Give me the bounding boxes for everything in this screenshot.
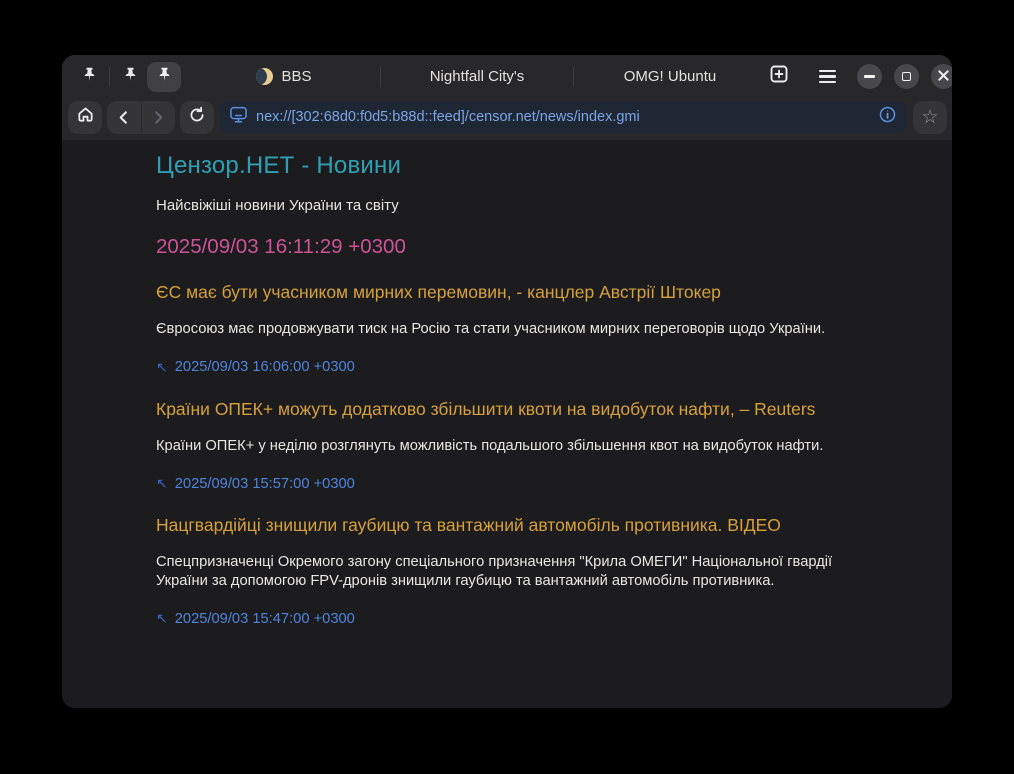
article-heading: Нацгвардійці знищили гаубицю та вантажни… [156, 515, 912, 536]
news-article: Країни ОПЕК+ можуть додатково збільшити … [156, 399, 912, 493]
tab-divider [380, 67, 381, 87]
page-info-icon[interactable] [878, 105, 897, 129]
tab-bbs[interactable]: BBS [191, 55, 377, 98]
article-heading: Країни ОПЕК+ можуть додатково збільшити … [156, 399, 912, 420]
forward-button-disabled[interactable] [141, 101, 175, 134]
article-link-label: 2025/09/03 15:57:00 +0300 [175, 476, 355, 492]
article-link-label: 2025/09/03 16:06:00 +0300 [175, 359, 355, 375]
article-summary: Спецпризначенці Окремого загону спеціаль… [156, 553, 836, 590]
minimize-icon [864, 75, 875, 77]
article-summary: Країни ОПЕК+ у неділю розглянуть можливі… [156, 437, 836, 456]
feed-updated-timestamp: 2025/09/03 16:11:29 +0300 [156, 235, 912, 259]
maximize-button[interactable] [894, 64, 919, 89]
bookmark-button[interactable]: ☆ [913, 101, 947, 134]
page-tagline: Найсвіжіші новини України та світу [156, 197, 912, 214]
nw-arrow-icon: ↖ [156, 610, 168, 627]
home-button[interactable] [68, 101, 102, 134]
article-link-label: 2025/09/03 15:47:00 +0300 [175, 611, 355, 627]
browser-window: BBS Nightfall City's OMG! Ubuntu [62, 55, 952, 708]
hamburger-icon [819, 70, 836, 83]
pin-icon [157, 66, 172, 88]
site-monitor-icon [229, 105, 248, 129]
new-tab-button[interactable] [763, 61, 795, 93]
window-controls [857, 64, 952, 89]
news-article: Нацгвардійці знищили гаубицю та вантажни… [156, 515, 912, 627]
nw-arrow-icon: ↖ [156, 359, 168, 376]
pin-icon [123, 66, 138, 88]
tab-label: BBS [281, 68, 311, 85]
close-icon [938, 68, 949, 86]
tab-omg-ubuntu[interactable]: OMG! Ubuntu [577, 55, 763, 98]
menu-button[interactable] [811, 61, 843, 93]
minimize-button[interactable] [857, 64, 882, 89]
pin-icon [82, 66, 97, 88]
home-icon [76, 105, 95, 129]
navigation-bar: ☆ [62, 98, 952, 140]
new-tab-icon [770, 65, 788, 88]
news-article: ЄС має бути учасником мирних перемовин, … [156, 282, 912, 376]
article-heading: ЄС має бути учасником мирних перемовин, … [156, 282, 912, 303]
star-icon: ☆ [921, 108, 938, 127]
article-link[interactable]: ↖ 2025/09/03 15:47:00 +0300 [156, 610, 355, 627]
moon-icon [256, 68, 273, 85]
tab-label: Nightfall City's [430, 68, 525, 85]
tab-nightfall-citys[interactable]: Nightfall City's [384, 55, 570, 98]
article-link[interactable]: ↖ 2025/09/03 16:06:00 +0300 [156, 359, 355, 376]
article-link[interactable]: ↖ 2025/09/03 15:57:00 +0300 [156, 475, 355, 492]
tab-label: OMG! Ubuntu [624, 68, 717, 85]
tab-divider [109, 67, 110, 87]
maximize-icon [902, 72, 911, 81]
tab-divider [573, 67, 574, 87]
back-button[interactable] [107, 101, 141, 134]
close-button[interactable] [931, 64, 952, 89]
reload-button[interactable] [180, 101, 214, 134]
pinned-tab-2[interactable] [113, 62, 147, 92]
reload-icon [188, 106, 206, 129]
history-buttons [107, 101, 175, 134]
address-bar[interactable] [220, 101, 907, 133]
url-input[interactable] [256, 109, 870, 125]
article-summary: Євросоюз має продовжувати тиск на Росію … [156, 320, 836, 339]
pinned-tab-1[interactable] [72, 62, 106, 92]
tab-bar: BBS Nightfall City's OMG! Ubuntu [62, 55, 952, 98]
page-title: Цензор.НЕТ - Новини [156, 152, 912, 180]
pinned-tab-3-active[interactable] [147, 62, 181, 92]
nw-arrow-icon: ↖ [156, 475, 168, 492]
page-content: Цензор.НЕТ - Новини Найсвіжіші новини Ук… [62, 140, 952, 708]
